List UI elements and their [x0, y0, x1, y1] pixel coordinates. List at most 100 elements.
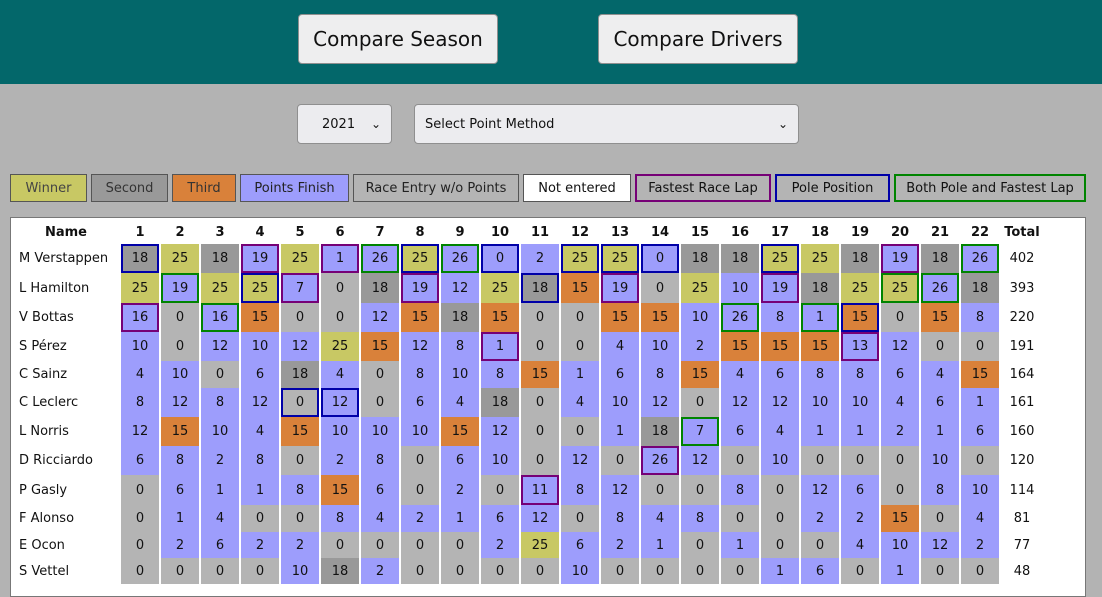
driver-name: V Bottas — [19, 310, 74, 325]
race-column-header: 12 — [570, 224, 590, 240]
result-cell: 6 — [961, 417, 999, 446]
result-cell: 6 — [121, 446, 159, 475]
result-cell: 0 — [121, 532, 159, 558]
table-header-row: Name 1 2 3 4 5 6 7 8 9 10 11 12 13 14 15 16 17 18 19 20 21 22… — [13, 220, 1043, 244]
result-cell: 0 — [241, 558, 279, 584]
result-cell: 25 — [121, 273, 159, 303]
result-cell: 0 — [521, 332, 559, 361]
result-cell: 0 — [401, 475, 439, 505]
result-cell: 12 — [641, 388, 679, 417]
result-cell: 15 — [961, 361, 999, 388]
race-column-header: 19 — [850, 224, 870, 240]
result-cell: 8 — [601, 505, 639, 532]
result-cell: 1 — [321, 244, 359, 273]
result-cell: 10 — [961, 475, 999, 505]
result-cell: 0 — [481, 475, 519, 505]
result-cell: 12 — [201, 332, 239, 361]
result-cell: 0 — [841, 558, 879, 584]
result-cell: 7 — [681, 417, 719, 446]
result-cell: 7 — [281, 273, 319, 303]
result-cell: 0 — [521, 388, 559, 417]
result-cell: 0 — [841, 446, 879, 475]
result-cell: 6 — [241, 361, 279, 388]
result-cell: 18 — [281, 361, 319, 388]
result-cell: 15 — [601, 303, 639, 332]
result-cell: 0 — [201, 361, 239, 388]
result-cell: 15 — [561, 273, 599, 303]
result-cell: 0 — [961, 558, 999, 584]
result-cell: 12 — [361, 303, 399, 332]
result-cell: 18 — [681, 244, 719, 273]
result-cell: 0 — [161, 332, 199, 361]
result-cell: 6 — [841, 475, 879, 505]
result-cell: 19 — [601, 273, 639, 303]
result-cell: 6 — [561, 532, 599, 558]
result-cell: 10 — [761, 446, 799, 475]
result-cell: 26 — [361, 244, 399, 273]
result-cell: 25 — [801, 244, 839, 273]
result-cell: 10 — [281, 558, 319, 584]
year-select[interactable]: 2021 ⌄ — [297, 104, 392, 144]
result-cell: 26 — [641, 446, 679, 475]
result-cell: 10 — [121, 332, 159, 361]
result-cell: 18 — [961, 273, 999, 303]
table-row: S Pérez 10 0 12 10 12 25 15 12 8 1 0 0 4 10 2 15 15 15 13 12… — [13, 332, 1043, 361]
result-cell: 8 — [801, 361, 839, 388]
result-cell: 8 — [361, 446, 399, 475]
result-cell: 6 — [761, 361, 799, 388]
result-cell: 18 — [801, 273, 839, 303]
compare-season-button[interactable]: Compare Season — [298, 14, 498, 64]
result-cell: 0 — [681, 532, 719, 558]
legend-fastest-race-lap: Fastest Race Lap — [635, 174, 771, 202]
result-cell: 13 — [841, 332, 879, 361]
result-cell: 0 — [201, 558, 239, 584]
driver-total: 160 — [1009, 424, 1035, 439]
result-cell: 25 — [201, 273, 239, 303]
result-cell: 12 — [881, 332, 919, 361]
result-cell: 0 — [721, 446, 759, 475]
result-cell: 4 — [961, 505, 999, 532]
result-cell: 0 — [161, 303, 199, 332]
result-cell: 10 — [241, 332, 279, 361]
result-cell: 0 — [281, 388, 319, 417]
result-cell: 18 — [121, 244, 159, 273]
result-cell: 4 — [441, 388, 479, 417]
result-cell: 11 — [521, 475, 559, 505]
driver-name: L Norris — [19, 424, 69, 439]
result-cell: 15 — [761, 332, 799, 361]
point-method-select[interactable]: Select Point Method ⌄ — [414, 104, 799, 144]
result-cell: 8 — [561, 475, 599, 505]
result-cell: 19 — [241, 244, 279, 273]
result-cell: 0 — [321, 303, 359, 332]
result-cell: 15 — [521, 361, 559, 388]
total-column-header: Total — [1004, 224, 1040, 240]
result-cell: 12 — [441, 273, 479, 303]
race-column-header: 16 — [730, 224, 750, 240]
compare-drivers-button[interactable]: Compare Drivers — [598, 14, 798, 64]
result-cell: 4 — [601, 332, 639, 361]
result-cell: 0 — [921, 505, 959, 532]
result-cell: 1 — [601, 417, 639, 446]
result-cell: 12 — [721, 388, 759, 417]
name-column-header: Name — [44, 224, 87, 240]
result-cell: 18 — [441, 303, 479, 332]
result-cell: 0 — [521, 558, 559, 584]
race-column-header: 7 — [375, 224, 385, 240]
driver-total: 161 — [1009, 395, 1035, 410]
result-cell: 0 — [921, 558, 959, 584]
driver-total: 77 — [1013, 537, 1031, 553]
result-cell: 12 — [161, 388, 199, 417]
result-cell: 10 — [801, 388, 839, 417]
race-column-header: 5 — [295, 224, 305, 240]
result-cell: 25 — [841, 273, 879, 303]
result-cell: 0 — [561, 332, 599, 361]
result-cell: 0 — [481, 558, 519, 584]
result-cell: 15 — [921, 303, 959, 332]
driver-name: P Gasly — [19, 482, 68, 498]
result-cell: 1 — [201, 475, 239, 505]
legend-winner: Winner — [10, 174, 87, 202]
result-cell: 8 — [441, 332, 479, 361]
result-cell: 0 — [561, 303, 599, 332]
table-row: S Vettel 0 0 0 0 10 18 2 0 0 0 0 10 0 0 0 0 1 6 0 1 0 0 48 — [13, 558, 1043, 584]
result-cell: 4 — [921, 361, 959, 388]
